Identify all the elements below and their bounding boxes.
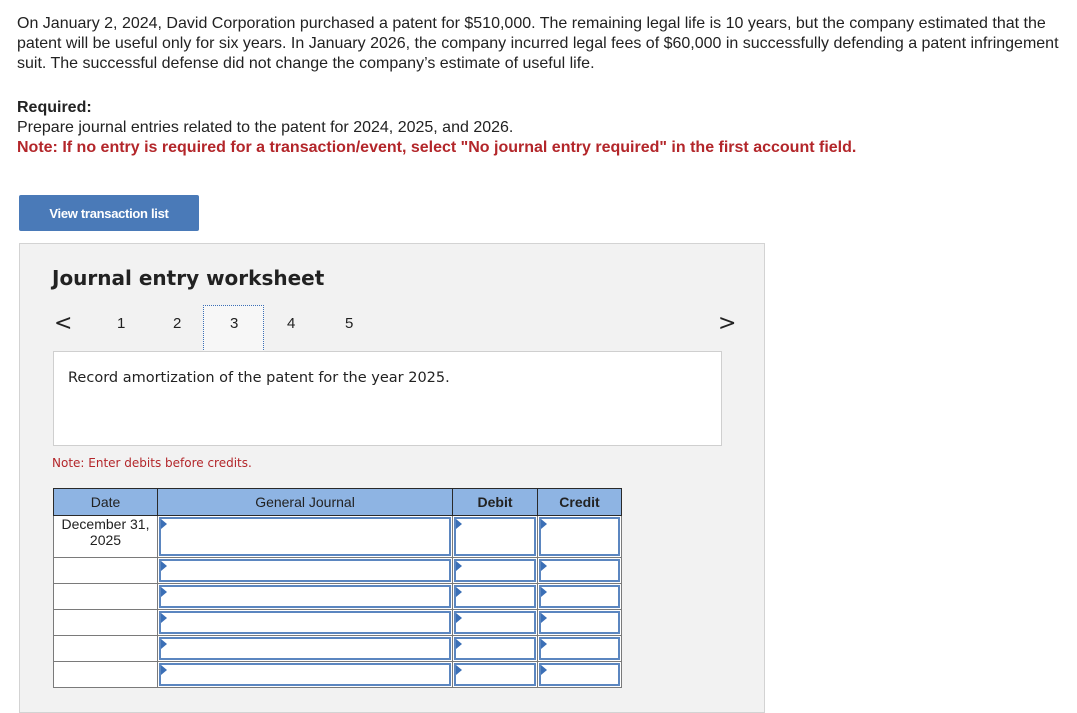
table-row — [53, 661, 622, 688]
view-transaction-list-button[interactable]: View transaction list — [19, 195, 199, 231]
journal-table-header: Date General Journal Debit Credit — [53, 488, 622, 516]
credit-input[interactable] — [539, 585, 620, 608]
header-general-journal: General Journal — [157, 488, 453, 516]
account-input[interactable] — [159, 611, 451, 634]
required-heading: Required: — [17, 99, 92, 116]
table-row — [53, 557, 622, 584]
date-cell — [53, 635, 158, 662]
table-row: December 31, 2025 — [53, 515, 622, 558]
table-row — [53, 609, 622, 636]
debits-note: Note: Enter debits before credits. — [52, 456, 252, 470]
account-input[interactable] — [159, 517, 451, 556]
page-tab-5[interactable]: 5 — [345, 315, 353, 332]
credit-input[interactable] — [539, 517, 620, 556]
account-input[interactable] — [159, 559, 451, 582]
date-cell: December 31, 2025 — [53, 515, 158, 558]
account-input[interactable] — [159, 637, 451, 660]
transaction-description-box: Record amortization of the patent for th… — [53, 351, 722, 446]
chevron-left-icon[interactable]: < — [54, 311, 72, 336]
required-note: Note: If no entry is required for a tran… — [17, 139, 857, 156]
date-cell — [53, 661, 158, 688]
page-tab-4[interactable]: 4 — [287, 315, 295, 332]
date-cell — [53, 609, 158, 636]
table-row — [53, 583, 622, 610]
credit-input[interactable] — [539, 637, 620, 660]
date-cell — [53, 583, 158, 610]
header-date: Date — [53, 488, 158, 516]
page-tab-2[interactable]: 2 — [173, 315, 181, 332]
journal-entry-worksheet: Journal entry worksheet < 1 2 3 4 5 > Re… — [19, 243, 765, 713]
header-credit: Credit — [537, 488, 622, 516]
header-debit: Debit — [452, 488, 538, 516]
debit-input[interactable] — [454, 637, 536, 660]
date-cell — [53, 557, 158, 584]
page-tab-3[interactable]: 3 — [230, 315, 238, 332]
debit-input[interactable] — [454, 611, 536, 634]
credit-input[interactable] — [539, 611, 620, 634]
credit-input[interactable] — [539, 559, 620, 582]
credit-input[interactable] — [539, 663, 620, 686]
problem-statement: On January 2, 2024, David Corporation pu… — [17, 15, 1059, 72]
debit-input[interactable] — [454, 517, 536, 556]
table-row — [53, 635, 622, 662]
required-text: Prepare journal entries related to the p… — [17, 119, 514, 136]
journal-table: Date General Journal Debit Credit Decemb… — [53, 488, 622, 688]
account-input[interactable] — [159, 663, 451, 686]
transaction-description: Record amortization of the patent for th… — [68, 370, 450, 386]
chevron-right-icon[interactable]: > — [718, 311, 736, 336]
debit-input[interactable] — [454, 559, 536, 582]
worksheet-title: Journal entry worksheet — [52, 266, 325, 290]
debit-input[interactable] — [454, 663, 536, 686]
page-tab-1[interactable]: 1 — [117, 315, 125, 332]
account-input[interactable] — [159, 585, 451, 608]
debit-input[interactable] — [454, 585, 536, 608]
